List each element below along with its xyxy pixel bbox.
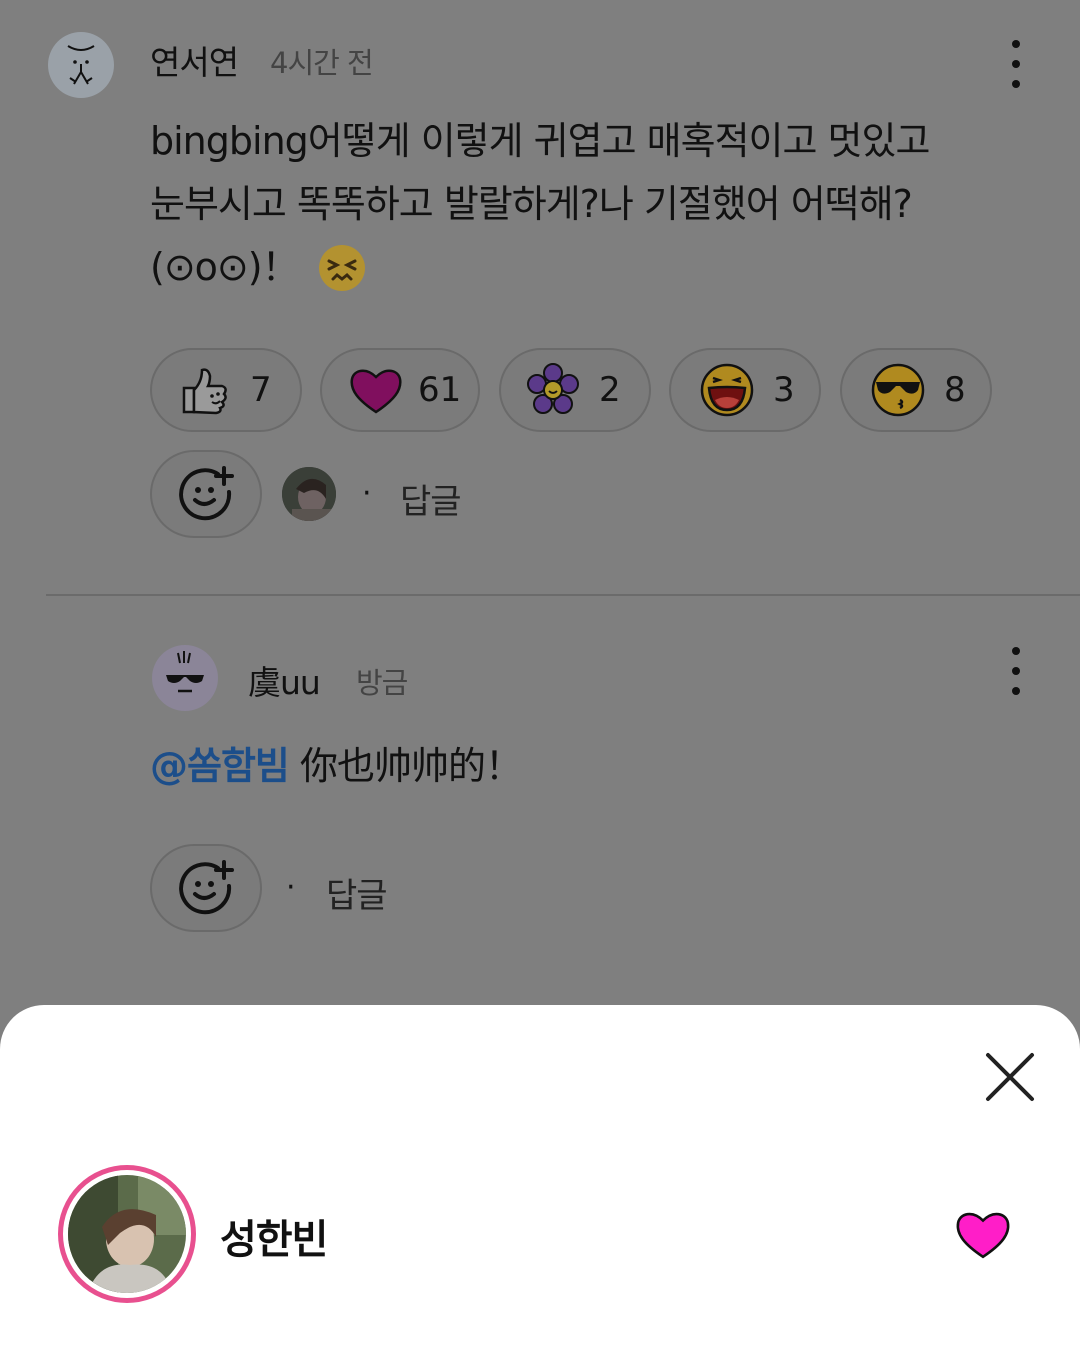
- reactions-bottom-sheet: 성한빈: [0, 1005, 1080, 1350]
- reactor-avatar[interactable]: [58, 1165, 196, 1303]
- comment-time: 4시간 전: [270, 46, 374, 80]
- thumbs-up-icon: [182, 368, 227, 415]
- reaction-flower[interactable]: 2: [499, 348, 651, 432]
- comment-text: (⊙o⊙)！: [150, 245, 300, 289]
- reactor-name[interactable]: 성한빈: [220, 1207, 328, 1265]
- avatar[interactable]: [152, 645, 218, 711]
- reactor-avatar[interactable]: [282, 467, 336, 521]
- separator: ·: [362, 476, 372, 511]
- avatar[interactable]: [48, 32, 114, 98]
- comment-text-line: (⊙o⊙)！: [150, 236, 1030, 299]
- divider: [46, 594, 1080, 596]
- comment-body: bingbing어떻게 이렇게 귀엽고 매혹적이고 멋있고 눈부시고 똑똑하고 …: [150, 110, 1030, 299]
- comment-author[interactable]: 虞uu: [248, 656, 321, 704]
- add-emoji-icon: [179, 466, 234, 521]
- add-emoji-icon: [179, 860, 234, 915]
- comment-body: @쏨함빔 你也帅帅的！: [150, 735, 1030, 798]
- reaction-sunglasses[interactable]: 8: [840, 348, 992, 432]
- comment-text: 你也帅帅的！: [288, 744, 523, 788]
- reply-button[interactable]: 답글: [326, 868, 388, 917]
- reaction-thumbs-up[interactable]: 7: [150, 348, 302, 432]
- sunglasses-face-icon: [871, 363, 925, 417]
- separator: ·: [286, 870, 296, 905]
- comment-time: 방금: [356, 666, 408, 700]
- more-options-icon[interactable]: [996, 34, 1036, 94]
- reaction-count: 3: [773, 370, 795, 410]
- reaction-heart[interactable]: 61: [320, 348, 480, 432]
- add-reaction-button[interactable]: [150, 844, 262, 932]
- laughing-face-icon: [700, 363, 754, 417]
- mention-link[interactable]: @쏨함빔: [150, 744, 290, 788]
- comment-text-line: bingbing어떻게 이렇게 귀엽고 매혹적이고 멋있고: [150, 119, 930, 163]
- reaction-count: 8: [944, 370, 966, 410]
- flower-icon: [527, 363, 579, 414]
- reaction-count: 7: [250, 370, 272, 410]
- reaction-laughing[interactable]: 3: [669, 348, 821, 432]
- comment-text-line: 눈부시고 똑똑하고 발랄하게?나 기절했어 어떡해?: [150, 182, 913, 226]
- reply-button[interactable]: 답글: [400, 474, 462, 523]
- add-reaction-button[interactable]: [150, 450, 262, 538]
- heart-icon: [350, 369, 402, 414]
- persevering-face-icon: [318, 244, 365, 291]
- more-options-icon[interactable]: [996, 641, 1036, 701]
- reaction-count: 61: [418, 370, 462, 410]
- close-icon[interactable]: [982, 1049, 1038, 1105]
- reaction-count: 2: [599, 370, 621, 410]
- heart-icon: [956, 1212, 1010, 1259]
- comment-author[interactable]: 연서연: [150, 36, 239, 84]
